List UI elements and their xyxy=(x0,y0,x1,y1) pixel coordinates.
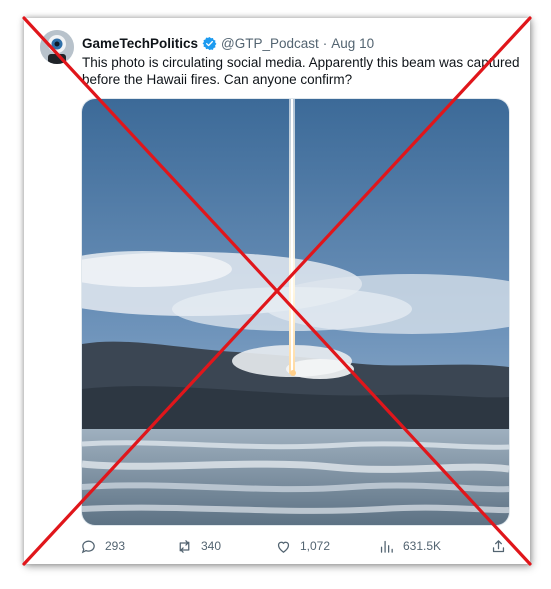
retweet-icon xyxy=(179,539,190,553)
like-count: 1,072 xyxy=(300,539,331,553)
tweet-image[interactable] xyxy=(81,98,510,526)
tweet-screenshot-frame: GameTechPolitics @GTP_Podcast · Aug 10 T… xyxy=(24,18,530,564)
separator-dot: · xyxy=(322,35,328,51)
views-count: 631.5K xyxy=(403,539,442,553)
tweet[interactable]: GameTechPolitics @GTP_Podcast · Aug 10 T… xyxy=(24,18,530,564)
reply-count: 293 xyxy=(105,539,126,553)
reply-button[interactable]: 293 xyxy=(80,536,125,556)
tweet-actions: 293 340 1,072 631.5K xyxy=(80,536,510,556)
display-name[interactable]: GameTechPolitics xyxy=(82,36,198,51)
verified-badge-icon xyxy=(202,36,217,50)
like-icon xyxy=(277,541,290,553)
tweet-header: GameTechPolitics @GTP_Podcast · Aug 10 xyxy=(82,34,374,52)
views-icon xyxy=(380,540,393,553)
tweet-date[interactable]: Aug 10 xyxy=(331,36,374,51)
beam-photo xyxy=(82,99,509,525)
avatar[interactable] xyxy=(40,30,74,64)
handle[interactable]: @GTP_Podcast xyxy=(221,36,319,51)
reply-icon xyxy=(81,540,95,553)
views-button[interactable]: 631.5K xyxy=(378,536,441,556)
like-button[interactable]: 1,072 xyxy=(275,536,330,556)
tweet-text: This photo is circulating social media. … xyxy=(82,55,520,87)
share-icon xyxy=(492,539,505,552)
retweet-count: 340 xyxy=(201,539,222,553)
retweet-button[interactable]: 340 xyxy=(176,536,221,556)
share-button[interactable] xyxy=(490,536,507,556)
